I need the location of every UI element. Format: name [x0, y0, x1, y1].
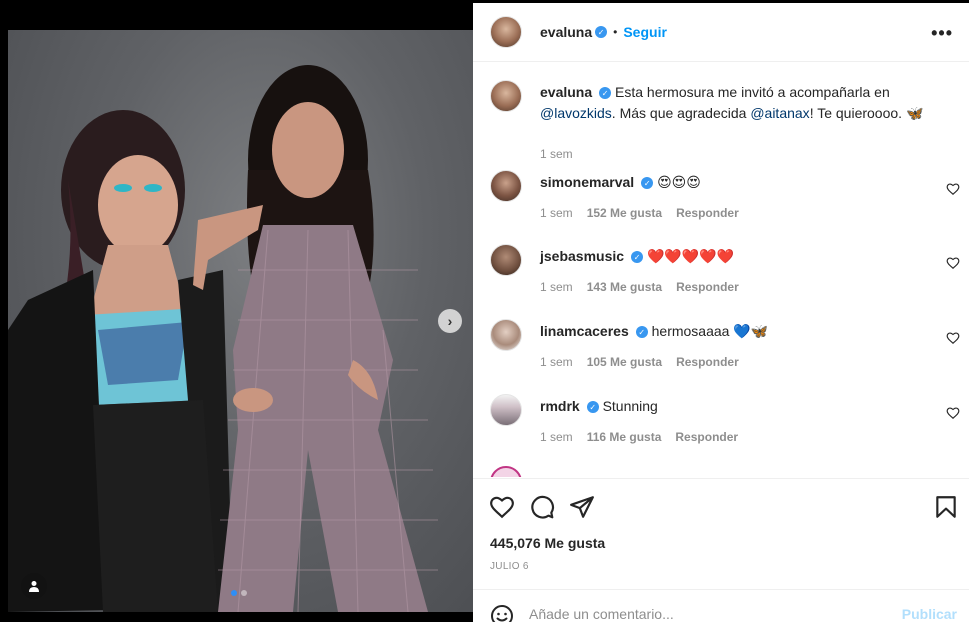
comment-item: simonemarval ✓ 😍😍😍 1 sem 152 Me gusta Res…	[490, 170, 960, 230]
comment-text: 😍😍😍	[657, 174, 701, 190]
publish-button[interactable]: Publicar	[902, 606, 957, 622]
bookmark-icon[interactable]	[933, 494, 959, 520]
comment-meta: 1 sem 143 Me gusta Responder	[540, 280, 739, 294]
comment-text: Stunning	[602, 398, 658, 414]
comments-list[interactable]: evaluna ✓ Esta hermosura me invitó a acom…	[473, 63, 969, 477]
carousel-indicator	[231, 590, 247, 596]
comment-likes[interactable]: 116 Me gusta	[587, 430, 662, 444]
paper-plane-icon[interactable]	[569, 494, 595, 520]
follow-button[interactable]: Seguir	[623, 24, 667, 40]
comment-item: jsebasmusic ✓ ❤️❤️❤️❤️❤️ 1 sem 143 Me gus…	[490, 244, 960, 304]
caption-username[interactable]: evaluna	[540, 84, 592, 100]
carousel-dot-1	[231, 590, 237, 596]
comment-icon[interactable]	[529, 494, 555, 520]
avatar[interactable]	[490, 244, 522, 276]
comment-meta: 1 sem 105 Me gusta Responder	[540, 355, 739, 369]
comment-text: hermosaaaa 💙🦋	[651, 323, 769, 339]
chevron-right-icon: ›	[447, 313, 453, 329]
tagged-users-button[interactable]	[21, 573, 47, 599]
heart-icon[interactable]	[946, 331, 960, 345]
add-comment-bar: Publicar	[473, 589, 969, 622]
caption-body: evaluna ✓ Esta hermosura me invitó a acom…	[540, 82, 940, 124]
comment-username[interactable]: jsebasmusic	[540, 248, 624, 264]
avatar[interactable]	[490, 394, 522, 426]
comment-meta: 1 sem 116 Me gusta Responder	[540, 430, 738, 444]
caption: evaluna ✓ Esta hermosura me invitó a acom…	[490, 80, 960, 161]
comment-item-partial	[490, 466, 960, 477]
heart-icon[interactable]	[489, 494, 515, 520]
reply-button[interactable]: Responder	[676, 280, 739, 294]
user-tag-icon	[29, 581, 39, 592]
mention-link[interactable]: @lavozkids	[540, 105, 612, 121]
comment-username[interactable]: linamcaceres	[540, 323, 629, 339]
avatar[interactable]	[490, 319, 522, 351]
comment-input[interactable]	[529, 603, 889, 622]
caption-text: ! Te quieroooo. 🦋	[809, 105, 924, 121]
smiley-icon[interactable]	[490, 604, 514, 622]
comment-body: linamcaceres ✓ hermosaaaa 💙🦋	[540, 321, 940, 342]
verified-badge-icon: ✓	[641, 177, 654, 190]
caption-meta: 1 sem	[540, 147, 573, 161]
post-actions: 445,076 Me gusta JULIO 6	[473, 478, 969, 588]
verified-badge-icon: ✓	[631, 251, 644, 264]
reply-button[interactable]: Responder	[676, 355, 739, 369]
comment-likes[interactable]: 143 Me gusta	[587, 280, 662, 294]
comment-meta: 1 sem 152 Me gusta Responder	[540, 206, 739, 220]
post-date[interactable]: JULIO 6	[490, 561, 529, 572]
heart-icon[interactable]	[946, 256, 960, 270]
more-options-button[interactable]: •••	[931, 23, 953, 44]
comment-item: linamcaceres ✓ hermosaaaa 💙🦋 1 sem 105 Me…	[490, 319, 960, 379]
verified-badge-icon: ✓	[599, 87, 612, 100]
post-photo[interactable]	[8, 30, 473, 612]
post-media: ›	[0, 0, 473, 622]
post-detail-panel: evaluna ✓ • Seguir ••• evaluna ✓ Esta her…	[473, 3, 969, 622]
heart-icon[interactable]	[946, 182, 960, 196]
comment-likes[interactable]: 152 Me gusta	[587, 206, 662, 220]
comment-text: ❤️❤️❤️❤️❤️	[646, 248, 735, 264]
next-photo-button[interactable]: ›	[438, 309, 462, 333]
comment-likes[interactable]: 105 Me gusta	[587, 355, 662, 369]
author-username[interactable]: evaluna	[540, 24, 592, 40]
likes-count[interactable]: 445,076 Me gusta	[490, 535, 605, 551]
reply-button[interactable]: Responder	[676, 206, 739, 220]
caption-time[interactable]: 1 sem	[540, 147, 573, 161]
avatar[interactable]	[490, 170, 522, 202]
comment-body: rmdrk ✓ Stunning	[540, 396, 940, 417]
verified-badge-icon: ✓	[595, 26, 608, 38]
comment-body: simonemarval ✓ 😍😍😍	[540, 172, 940, 193]
separator: •	[613, 25, 618, 39]
avatar[interactable]	[490, 466, 522, 477]
comment-time[interactable]: 1 sem	[540, 355, 573, 369]
comment-time[interactable]: 1 sem	[540, 280, 573, 294]
heart-icon[interactable]	[946, 406, 960, 420]
comment-username[interactable]: rmdrk	[540, 398, 580, 414]
comment-username[interactable]: simonemarval	[540, 174, 634, 190]
comment-item: rmdrk ✓ Stunning 1 sem 116 Me gusta Respo…	[490, 394, 960, 454]
comment-time[interactable]: 1 sem	[540, 430, 573, 444]
post-header: evaluna ✓ • Seguir •••	[473, 3, 969, 62]
photo-illustration	[8, 65, 438, 612]
mention-link[interactable]: @aitanax	[750, 105, 809, 121]
caption-text: . Más que agradecida	[611, 105, 751, 121]
avatar[interactable]	[490, 80, 522, 112]
comment-time[interactable]: 1 sem	[540, 206, 573, 220]
verified-badge-icon: ✓	[586, 401, 599, 414]
comment-body: jsebasmusic ✓ ❤️❤️❤️❤️❤️	[540, 246, 940, 267]
verified-badge-icon: ✓	[635, 326, 648, 339]
carousel-dot-2	[241, 590, 247, 596]
avatar[interactable]	[490, 16, 522, 48]
reply-button[interactable]: Responder	[675, 430, 738, 444]
caption-text: Esta hermosura me invitó a acompañarla e…	[615, 84, 890, 100]
